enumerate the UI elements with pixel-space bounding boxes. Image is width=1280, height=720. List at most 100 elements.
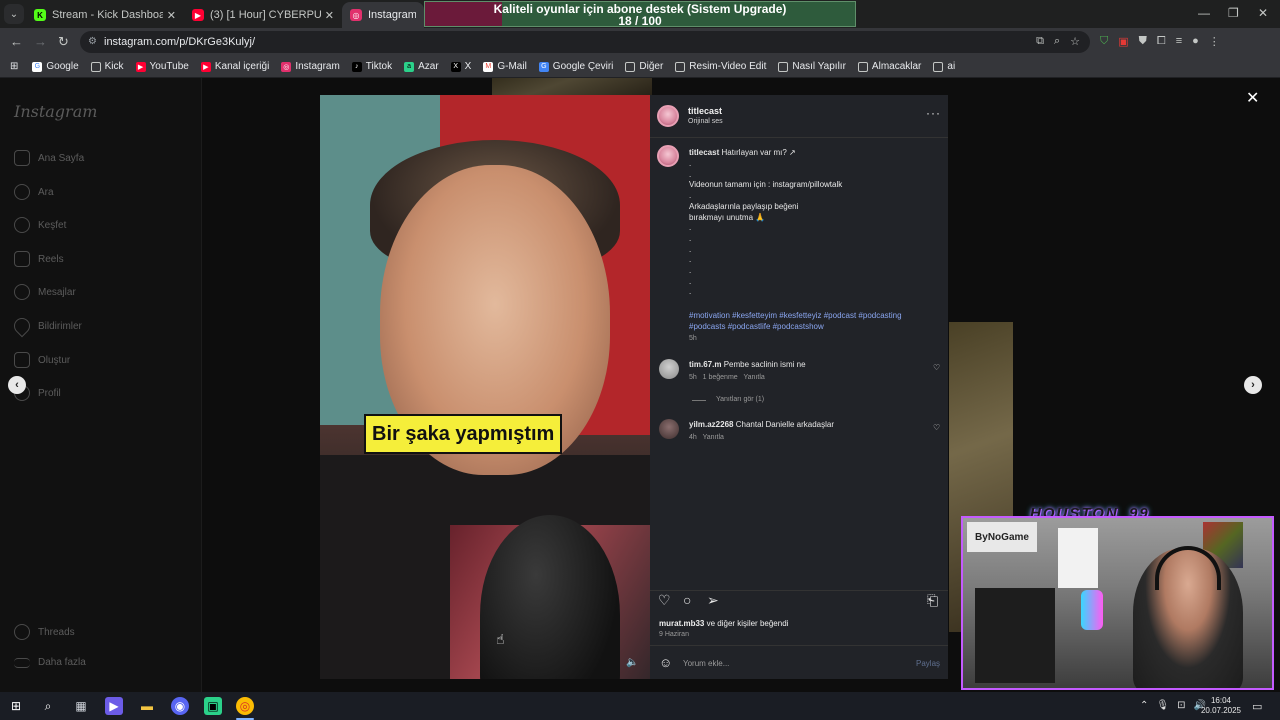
discord-icon[interactable]: ◉ <box>171 697 189 715</box>
tab-search-button[interactable]: ⌄ <box>4 4 24 24</box>
video-editor-icon[interactable]: ▶ <box>105 697 123 715</box>
url-text[interactable]: instagram.com/p/DKrGe3Kulyj/ <box>104 36 255 48</box>
bookmark-google[interactable]: G Google <box>32 61 79 72</box>
folder-icon <box>778 61 789 72</box>
windows-start-icon[interactable]: ⊞ <box>7 697 25 715</box>
messenger-icon <box>14 284 30 300</box>
like-comment-icon[interactable]: ♡ <box>933 363 940 372</box>
bookmark-x[interactable]: XX <box>450 61 471 72</box>
tab-instagram[interactable]: ◎ Instagram <box>342 2 424 28</box>
bookmark-kick[interactable]: Kick <box>90 61 124 72</box>
nav-home[interactable]: Ana Sayfa <box>14 150 84 166</box>
bookmark-diger[interactable]: Diğer <box>625 61 663 72</box>
tab-youtube[interactable]: ▶ (3) [1 Hour] CYBERPUNK METAL ✕ <box>184 2 342 28</box>
search-icon <box>14 184 30 200</box>
bookmark-nasil[interactable]: Nasıl Yapılır <box>778 61 846 72</box>
close-icon[interactable]: ✕ <box>167 9 176 22</box>
nav-more[interactable]: Daha fazla <box>14 657 86 668</box>
audio-label[interactable]: Orijinal ses <box>688 118 723 125</box>
threads-icon <box>14 624 30 640</box>
nav-threads[interactable]: Threads <box>14 624 75 640</box>
puzzle-icon[interactable]: ⧠ <box>1157 35 1166 48</box>
reading-list-icon[interactable]: ≡ <box>1176 35 1182 48</box>
zoom-icon[interactable]: ⌕ <box>1054 35 1060 48</box>
bookmark-resim[interactable]: Resim-Video Edit <box>675 61 766 72</box>
apps-icon[interactable]: ⊞ <box>10 61 18 72</box>
comment-icon[interactable]: ○ <box>683 592 691 608</box>
likes-summary[interactable]: murat.mb33 ve diğer kişiler beğendi <box>659 619 788 628</box>
post-comment-button[interactable]: Paylaş <box>916 659 940 668</box>
recording-extension-icon[interactable]: ▣ <box>1118 35 1128 48</box>
network-icon[interactable]: ⊡ <box>1177 700 1185 711</box>
comment-avatar[interactable] <box>659 419 679 439</box>
save-icon[interactable]: ⎗ <box>927 592 938 609</box>
site-info-icon[interactable]: ⚙ <box>88 36 97 47</box>
caption-author-avatar[interactable] <box>657 145 679 167</box>
nav-messages[interactable]: Mesajlar <box>14 284 76 300</box>
folder-icon <box>675 61 686 72</box>
microphone-icon[interactable]: 🎙 <box>1156 700 1169 711</box>
heart-icon <box>10 314 34 338</box>
bookmark-star-icon[interactable]: ☆ <box>1070 35 1080 48</box>
bookmark-azar[interactable]: a Azar <box>404 61 439 72</box>
nav-create[interactable]: Oluştur <box>14 352 70 368</box>
nav-explore[interactable]: Keşfet <box>14 217 66 233</box>
windows-taskbar: ⊞ ⌕ ▦ ▶ ▬ ◉ ▣ ◎ ⌃ 🎙 ⊡ 🔊 16:04 20.07.2025… <box>0 692 1280 720</box>
kick-studio-icon[interactable]: ▣ <box>204 697 222 715</box>
caption-hashtags[interactable]: #motivation #kesfetteyim #kesfetteyiz #p… <box>689 310 929 332</box>
like-comment-icon[interactable]: ♡ <box>933 423 940 432</box>
taskbar-clock[interactable]: 16:04 20.07.2025 <box>1200 696 1242 716</box>
share-icon[interactable]: ➢ <box>707 592 719 609</box>
view-replies-button[interactable]: Yanıtları gör (1) <box>716 396 764 403</box>
more-options-icon[interactable]: ··· <box>926 106 941 120</box>
address-bar[interactable]: ⚙ instagram.com/p/DKrGe3Kulyj/ ⧉ ⌕ ☆ <box>80 31 1090 53</box>
chevron-down-icon: ⌄ <box>9 8 19 20</box>
install-app-icon[interactable]: ⧉ <box>1036 35 1044 48</box>
forward-button[interactable]: → <box>34 34 47 49</box>
comment-avatar[interactable] <box>659 359 679 379</box>
file-explorer-icon[interactable]: ▬ <box>138 697 156 715</box>
close-modal-button[interactable]: ✕ <box>1246 88 1259 108</box>
previous-post-button[interactable]: ‹ <box>8 376 26 394</box>
bookmark-kanal[interactable]: ▶ Kanal içeriği <box>200 61 269 72</box>
instagram-logo[interactable]: Instagram <box>14 102 97 121</box>
restore-button[interactable]: ❐ <box>1228 6 1239 20</box>
bookmark-youtube[interactable]: ▶ YouTube <box>135 61 189 72</box>
like-icon[interactable]: ♡ <box>658 592 671 609</box>
compass-icon <box>14 217 30 233</box>
chrome-icon[interactable]: ◎ <box>236 697 254 715</box>
tab-kick[interactable]: K Stream - Kick Dashboard ✕ <box>26 2 184 28</box>
bookmark-translate[interactable]: G Google Çeviri <box>538 61 613 72</box>
bookmark-gmail[interactable]: M G-Mail <box>483 61 527 72</box>
shield-extension-icon[interactable]: ⛉ <box>1100 35 1108 48</box>
bookmark-ai[interactable]: ai <box>933 61 955 72</box>
profile-avatar-icon[interactable]: ● <box>1192 35 1199 48</box>
bookmark-almacaklar[interactable]: Almacaklar <box>857 61 921 72</box>
bookmark-instagram[interactable]: ◎ Instagram <box>281 61 340 72</box>
post-video[interactable]: Bir şaka yapmıştım ☝ 🔈 <box>320 95 650 679</box>
task-view-icon[interactable]: ▦ <box>72 697 90 715</box>
bookmark-tiktok[interactable]: ♪ Tiktok <box>351 61 392 72</box>
comment-input[interactable]: Yorum ekle... <box>683 659 729 668</box>
kebab-menu-icon[interactable]: ⋮ <box>1209 35 1220 48</box>
nav-reels[interactable]: Reels <box>14 251 64 267</box>
post-date: 9 Haziran <box>659 631 689 638</box>
caption-body: . . Videonun tamamı için : instagram/pil… <box>689 159 843 297</box>
chevron-up-icon[interactable]: ⌃ <box>1140 700 1148 711</box>
minimize-button[interactable]: — <box>1198 6 1210 20</box>
close-icon[interactable]: ✕ <box>325 9 334 22</box>
search-icon[interactable]: ⌕ <box>39 697 57 715</box>
notifications-icon[interactable]: ▭ <box>1252 700 1262 713</box>
vpn-extension-icon[interactable]: ⛊ <box>1139 35 1147 48</box>
next-post-button[interactable]: › <box>1244 376 1262 394</box>
folder-icon <box>90 61 101 72</box>
author-username[interactable]: titlecast <box>688 106 722 116</box>
author-avatar[interactable] <box>657 105 679 127</box>
speaker-icon[interactable]: 🔈 <box>626 657 638 668</box>
reload-button[interactable]: ↻ <box>58 34 69 50</box>
nav-notifications[interactable]: Bildirimler <box>10 314 82 338</box>
back-button[interactable]: ← <box>10 34 23 49</box>
nav-search[interactable]: Ara <box>14 184 54 200</box>
window-close-button[interactable]: ✕ <box>1258 6 1268 20</box>
emoji-icon[interactable]: ☺ <box>659 655 672 670</box>
